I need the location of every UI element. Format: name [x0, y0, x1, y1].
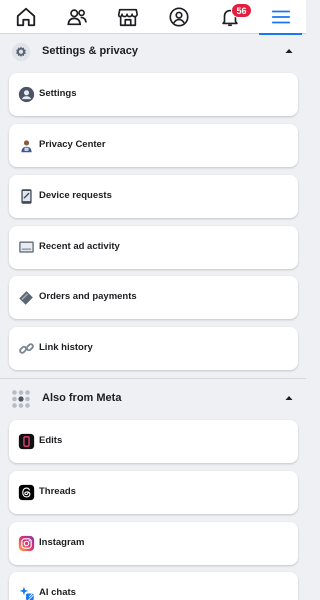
nav-home[interactable] — [0, 0, 51, 34]
menu-item-ai-chats[interactable]: AI chats — [9, 572, 298, 600]
menu-item-link-history[interactable]: Link history — [9, 327, 298, 370]
menu-item-recent-ad-activity[interactable]: Recent ad activity — [9, 226, 298, 269]
app-grid-icon — [12, 390, 30, 408]
chevron-up-icon — [285, 396, 293, 400]
menu-item-label: Edits — [39, 435, 63, 446]
profile-icon — [168, 7, 189, 27]
home-icon — [16, 7, 35, 27]
nav-notifications[interactable]: 56 — [204, 0, 255, 34]
menu-item-settings[interactable]: Settings — [9, 73, 298, 116]
menu-item-label: Settings — [39, 88, 77, 99]
menu-item-label: Privacy Center — [39, 139, 106, 150]
ad-activity-icon — [19, 241, 34, 253]
menu-item-label: Orders and payments — [39, 291, 137, 302]
menu-item-label: Threads — [39, 486, 76, 497]
also-from-meta-header[interactable]: Also from Meta — [0, 382, 306, 416]
payments-card-icon — [19, 291, 33, 305]
gear-icon — [11, 42, 31, 62]
menu-item-privacy-center[interactable]: Privacy Center — [9, 124, 298, 167]
edits-app-icon — [18, 433, 35, 450]
menu-item-edits[interactable]: Edits — [9, 420, 298, 463]
privacy-lock-icon — [21, 140, 32, 153]
nav-menu[interactable] — [255, 0, 306, 35]
settings-privacy-header[interactable]: Settings & privacy — [0, 35, 306, 69]
menu-item-orders-and-payments[interactable]: Orders and payments — [9, 276, 298, 319]
menu-item-label: Recent ad activity — [39, 241, 120, 252]
menu-item-instagram[interactable]: Instagram — [9, 522, 298, 565]
link-icon — [19, 343, 34, 354]
settings-avatar-icon — [18, 86, 35, 103]
menu-item-label: Device requests — [39, 190, 112, 201]
threads-app-icon — [18, 484, 35, 501]
friends-icon — [66, 9, 87, 26]
device-icon — [21, 189, 32, 204]
instagram-app-icon — [18, 535, 35, 552]
notification-badge: 56 — [231, 3, 252, 18]
menu-item-threads[interactable]: Threads — [9, 471, 298, 514]
section-title: Settings & privacy — [42, 45, 138, 57]
menu-item-device-requests[interactable]: Device requests — [9, 175, 298, 218]
marketplace-icon — [117, 8, 138, 27]
menu-item-label: Link history — [39, 342, 93, 353]
nav-friends[interactable] — [51, 0, 102, 34]
top-nav-bar: 56 — [0, 0, 306, 35]
menu-item-label: Instagram — [39, 537, 85, 548]
menu-icon — [271, 10, 290, 24]
ai-chats-icon — [19, 586, 34, 600]
nav-profile[interactable] — [153, 0, 204, 34]
chevron-up-icon — [285, 49, 293, 53]
nav-marketplace[interactable] — [102, 0, 153, 34]
menu-item-label: AI chats — [39, 587, 76, 598]
section-title: Also from Meta — [42, 392, 122, 404]
section-divider — [0, 378, 306, 379]
